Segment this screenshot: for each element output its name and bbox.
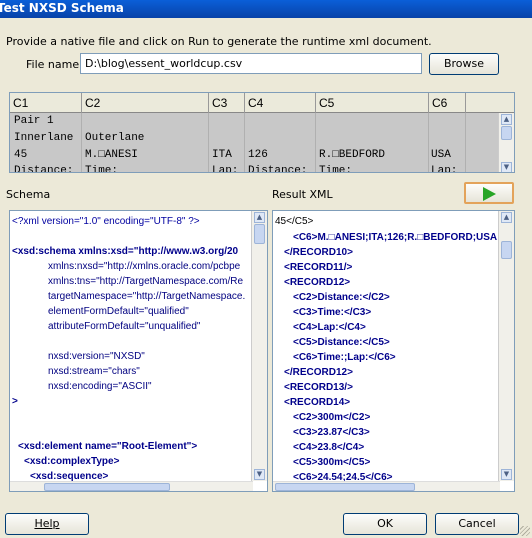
run-button[interactable] [464,182,514,204]
code-line: xmlns:nxsd="http://xmlns.oracle.com/pcbp… [48,261,241,272]
code-line: <xsd:schema xmlns:xsd="http://www.w3.org… [12,246,239,257]
column-header-c5[interactable]: C5 [316,93,429,113]
scroll-down-icon[interactable]: ▼ [501,162,512,172]
code-line: <C3>23.87</C3> [293,427,370,438]
grid-cell[interactable]: Pair 1 [14,115,54,127]
code-line: xmlns:tns="http://TargetNamespace.com/Re [48,276,244,287]
column-divider [244,113,245,172]
code-line: <RECORD12> [284,277,351,288]
scroll-thumb[interactable] [501,241,512,259]
column-header-c1[interactable]: C1 [10,93,82,113]
cancel-button[interactable]: Cancel [435,513,519,535]
code-line: 45</C5> [275,216,314,227]
column-divider [465,113,466,172]
grid-cell[interactable]: Lap: [431,165,457,172]
schema-label: Schema [6,188,51,201]
grid-cell[interactable]: Outerlane [85,132,144,144]
grid-cell[interactable]: 126 [248,149,268,161]
code-line: <C2>300m</C2> [293,412,371,423]
result-vertical-scrollbar[interactable]: ▲ ▼ [498,211,514,481]
code-line: <C6>M.□ANESI;ITA;126;R.□BEDFORD;USA [293,232,498,243]
grid-vertical-scrollbar[interactable]: ▲ ▼ [498,113,514,172]
code-line: <RECORD14> [284,397,351,408]
file-name-label: File name: [26,58,83,71]
code-line: <?xml version="1.0" encoding="UTF-8" ?> [12,216,200,227]
code-line: <xsd:complexType> [24,456,120,467]
help-button-label: Help [34,517,60,530]
code-line: elementFormDefault="qualified" [48,306,189,317]
code-line: > [12,396,18,407]
grid-cell[interactable]: 45 [14,149,27,161]
instructions-text: Provide a native file and click on Run t… [6,35,432,48]
title-bar: Test NXSD Schema [0,0,532,18]
scroll-thumb[interactable] [254,224,265,244]
grid-header: C1 C2 C3 C4 C5 C6 [10,93,514,113]
grid-cell[interactable]: Time: [319,165,352,172]
ok-button[interactable]: OK [343,513,427,535]
column-header-c6[interactable]: C6 [429,93,466,113]
schema-horizontal-scrollbar[interactable] [10,481,253,491]
scroll-down-icon[interactable]: ▼ [254,469,265,480]
column-divider [315,113,316,172]
code-line: <RECORD13/> [284,382,353,393]
column-header-c2[interactable]: C2 [82,93,209,113]
code-line: <C4>23.8</C4> [293,442,365,453]
grid-cell[interactable]: R.□BEDFORD [319,149,385,161]
scroll-up-icon[interactable]: ▲ [501,212,512,223]
code-line: nxsd:version="NXSD" [48,351,145,362]
scroll-down-icon[interactable]: ▼ [501,469,512,480]
code-line: <C2>Distance:</C2> [293,292,390,303]
code-line: <xsd:element name="Root-Element"> [18,441,198,452]
native-data-grid: C1 C2 C3 C4 C5 C6 Pair 1 Innerlane Outer… [9,92,515,173]
code-line: targetNamespace="http://TargetNamespace. [48,291,246,302]
grid-cell[interactable]: USA [431,149,451,161]
grid-cell[interactable]: ITA [212,149,232,161]
grid-cell[interactable]: Distance: [248,165,307,172]
code-line: <C4>Lap:</C4> [293,322,366,333]
column-divider [208,113,209,172]
window-title: Test NXSD Schema [0,1,124,15]
scroll-thumb[interactable] [501,126,512,140]
resize-grip-icon[interactable] [520,526,530,536]
result-xml-label: Result XML [272,188,333,201]
column-header-c4[interactable]: C4 [245,93,316,113]
code-line: attributeFormDefault="unqualified" [48,321,201,332]
result-xml-viewer[interactable]: 45</C5> <C6>M.□ANESI;ITA;126;R.□BEDFORD;… [272,210,515,492]
grid-cell[interactable]: Time: [85,165,118,172]
code-line: <RECORD11/> [284,262,353,273]
play-icon [483,187,496,201]
code-line: nxsd:stream="chars" [48,366,140,377]
help-button[interactable]: Help [5,513,89,535]
scroll-thumb[interactable] [44,483,170,491]
scroll-up-icon[interactable]: ▲ [501,114,512,125]
grid-cell[interactable]: M.□ANESI [85,149,138,161]
column-divider [81,113,82,172]
code-line: </RECORD12> [284,367,353,378]
code-line: </RECORD10> [284,247,353,258]
grid-cell[interactable]: Lap: [212,165,238,172]
column-header-c3[interactable]: C3 [209,93,245,113]
code-line: <C3>Time:</C3> [293,307,372,318]
code-line: <C6>Time:;Lap:</C6> [293,352,396,363]
grid-cell[interactable]: Innerlane [14,132,73,144]
code-line: <C5>Distance:</C5> [293,337,390,348]
column-divider [428,113,429,172]
code-line: nxsd:encoding="ASCII" [48,381,152,392]
grid-cell[interactable]: Distance: [14,165,73,172]
file-name-input[interactable]: D:\blog\essent_worldcup.csv [80,53,422,74]
schema-editor[interactable]: <?xml version="1.0" encoding="UTF-8" ?> … [9,210,268,492]
browse-button[interactable]: Browse [429,53,499,75]
schema-vertical-scrollbar[interactable]: ▲ ▼ [251,211,267,481]
code-line: <C5>300m</C5> [293,457,371,468]
result-horizontal-scrollbar[interactable] [273,481,500,491]
scroll-thumb[interactable] [275,483,415,491]
scroll-up-icon[interactable]: ▲ [254,212,265,223]
